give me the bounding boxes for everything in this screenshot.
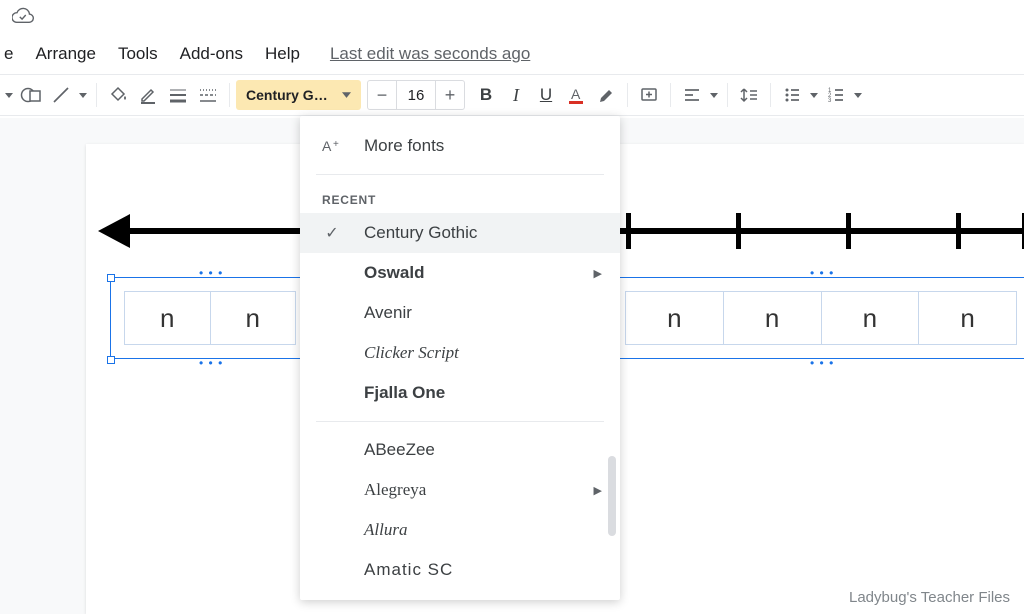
numberline-tick <box>956 213 961 249</box>
italic-button[interactable]: I <box>501 80 531 110</box>
watermark-text: Ladybug's Teacher Files <box>849 589 1010 606</box>
font-option-label: Amatic SC <box>364 560 453 580</box>
font-option-label: Fjalla One <box>364 383 445 403</box>
recent-fonts-heading: RECENT <box>300 183 620 213</box>
font-option[interactable]: ABeeZee <box>300 430 620 470</box>
font-option-label: Alegreya <box>364 480 426 500</box>
dropdown-icon[interactable] <box>2 93 16 98</box>
more-fonts-button[interactable]: A+ More fonts <box>300 126 620 166</box>
font-option[interactable]: ✓ Century Gothic <box>300 213 620 253</box>
submenu-arrow-icon: ▶ <box>594 267 602 280</box>
font-option-label: Clicker Script <box>364 343 459 363</box>
dropdown-icon[interactable] <box>851 93 865 98</box>
svg-text:A: A <box>571 86 581 102</box>
border-dash-icon[interactable] <box>193 80 223 110</box>
more-fonts-label: More fonts <box>364 136 444 156</box>
separator <box>627 83 628 107</box>
separator <box>229 83 230 107</box>
font-option-label: Oswald <box>364 263 424 283</box>
bold-button[interactable]: B <box>471 80 501 110</box>
font-option-label: Century Gothic <box>364 223 477 243</box>
decrease-font-size-button[interactable]: − <box>368 85 396 106</box>
table-cell[interactable]: n <box>724 292 822 344</box>
numbered-list-button[interactable]: 123 <box>821 80 851 110</box>
checkmark-icon: ✓ <box>322 223 342 243</box>
divider <box>316 174 604 175</box>
svg-text:3: 3 <box>828 98 832 104</box>
selection-handle[interactable] <box>107 274 115 282</box>
separator <box>96 83 97 107</box>
dropdown-icon[interactable] <box>76 93 90 98</box>
titlebar <box>0 0 1024 34</box>
svg-text:A: A <box>322 138 332 154</box>
table-cell[interactable]: n <box>919 292 1016 344</box>
font-option-label: Avenir <box>364 303 412 323</box>
separator <box>727 83 728 107</box>
increase-font-size-button[interactable]: + <box>436 85 464 106</box>
line-icon[interactable] <box>46 80 76 110</box>
table[interactable]: nn <box>124 291 296 345</box>
font-option[interactable]: Amatic SC <box>300 550 620 590</box>
more-fonts-icon: A+ <box>322 138 342 154</box>
font-option-label: ABeeZee <box>364 440 435 460</box>
dropdown-icon[interactable] <box>707 93 721 98</box>
font-option[interactable]: Oswald ▶ <box>300 253 620 293</box>
table-cell[interactable]: n <box>626 292 724 344</box>
table[interactable]: nnnn <box>625 291 1017 345</box>
numberline-tick <box>736 213 741 249</box>
edit-status-link[interactable]: Last edit was seconds ago <box>330 44 530 64</box>
svg-text:+: + <box>333 139 339 150</box>
highlight-color-button[interactable] <box>591 80 621 110</box>
selection-drag-dots[interactable]: • • • <box>199 266 223 280</box>
selection-drag-dots[interactable]: • • • <box>810 356 834 370</box>
selection-drag-dots[interactable]: • • • <box>199 356 223 370</box>
underline-button[interactable]: U <box>531 80 561 110</box>
scrollbar-thumb[interactable] <box>608 456 616 536</box>
table-cell[interactable]: n <box>211 292 296 344</box>
font-option[interactable]: Clicker Script <box>300 333 620 373</box>
border-weight-icon[interactable] <box>163 80 193 110</box>
table-cell[interactable]: n <box>125 292 211 344</box>
menu-item-addons[interactable]: Add-ons <box>170 40 253 68</box>
text-color-button[interactable]: A <box>561 80 591 110</box>
font-option[interactable]: Avenir <box>300 293 620 333</box>
font-option[interactable]: Alegreya ▶ <box>300 470 620 510</box>
menu-item-help[interactable]: Help <box>255 40 310 68</box>
toolbar: Century Go… − 16 + B I U A 123 <box>0 75 1024 115</box>
line-spacing-button[interactable] <box>734 80 764 110</box>
bulleted-list-button[interactable] <box>777 80 807 110</box>
font-size-group: − 16 + <box>367 80 465 110</box>
shape-icon[interactable] <box>16 80 46 110</box>
font-size-input[interactable]: 16 <box>396 81 436 109</box>
selection-drag-dots[interactable]: • • • <box>810 266 834 280</box>
dropdown-icon[interactable] <box>807 93 821 98</box>
font-option-label: Allura <box>364 520 407 540</box>
separator <box>770 83 771 107</box>
menu-item-tools[interactable]: Tools <box>108 40 168 68</box>
cloud-saved-icon <box>12 6 34 29</box>
insert-comment-button[interactable] <box>634 80 664 110</box>
font-family-selector[interactable]: Century Go… <box>236 80 361 110</box>
border-color-icon[interactable] <box>133 80 163 110</box>
align-button[interactable] <box>677 80 707 110</box>
submenu-arrow-icon: ▶ <box>594 484 602 497</box>
font-option[interactable]: Fjalla One <box>300 373 620 413</box>
numberline-tick <box>846 213 851 249</box>
selection-handle[interactable] <box>107 356 115 364</box>
separator <box>670 83 671 107</box>
menubar: e Arrange Tools Add-ons Help Last edit w… <box>0 34 1024 74</box>
menu-item-arrange[interactable]: Arrange <box>25 40 105 68</box>
divider <box>316 421 604 422</box>
font-option[interactable]: Allura <box>300 510 620 550</box>
table-cell[interactable]: n <box>822 292 920 344</box>
fill-color-icon[interactable] <box>103 80 133 110</box>
menu-item-cutoff[interactable]: e <box>4 40 23 68</box>
font-family-label: Century Go… <box>246 87 334 103</box>
font-dropdown: A+ More fonts RECENT ✓ Century Gothic Oswa… <box>300 116 620 600</box>
numberline-tick <box>626 213 631 249</box>
